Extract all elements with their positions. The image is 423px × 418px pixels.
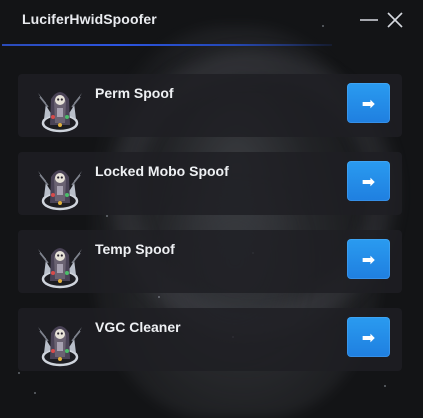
close-icon (387, 12, 403, 28)
perm-spoof-button[interactable]: ➡ (347, 83, 390, 123)
arrow-right-icon: ➡ (361, 171, 376, 191)
minimize-icon (360, 19, 378, 21)
star-dot (384, 385, 386, 387)
star-dot (18, 372, 20, 374)
locked-mobo-spoof-button[interactable]: ➡ (347, 161, 390, 201)
item-label: Temp Spoof (95, 241, 175, 257)
star-dot (158, 296, 160, 298)
list-item: VGC Cleaner ➡ (18, 308, 402, 371)
app-window: LuciferHwidSpoofer Perm Spoof ➡ Locked M… (0, 0, 423, 418)
title-bar: LuciferHwidSpoofer (0, 0, 423, 46)
vgc-cleaner-button[interactable]: ➡ (347, 317, 390, 357)
list-item: Perm Spoof ➡ (18, 74, 402, 137)
reaper-emblem-icon (32, 157, 88, 213)
reaper-emblem-icon (32, 235, 88, 291)
reaper-emblem-icon (32, 79, 88, 135)
list-item: Locked Mobo Spoof ➡ (18, 152, 402, 215)
item-label: Locked Mobo Spoof (95, 163, 229, 179)
reaper-emblem-icon (32, 313, 88, 369)
star-dot (106, 215, 108, 217)
minimize-button[interactable] (357, 8, 381, 32)
star-dot (34, 392, 36, 394)
item-label: Perm Spoof (95, 85, 174, 101)
item-label: VGC Cleaner (95, 319, 181, 335)
list-item: Temp Spoof ➡ (18, 230, 402, 293)
window-title: LuciferHwidSpoofer (22, 11, 157, 27)
title-underline (2, 44, 332, 46)
temp-spoof-button[interactable]: ➡ (347, 239, 390, 279)
arrow-right-icon: ➡ (361, 327, 376, 347)
arrow-right-icon: ➡ (361, 93, 376, 113)
arrow-right-icon: ➡ (361, 249, 376, 269)
close-button[interactable] (383, 8, 407, 32)
